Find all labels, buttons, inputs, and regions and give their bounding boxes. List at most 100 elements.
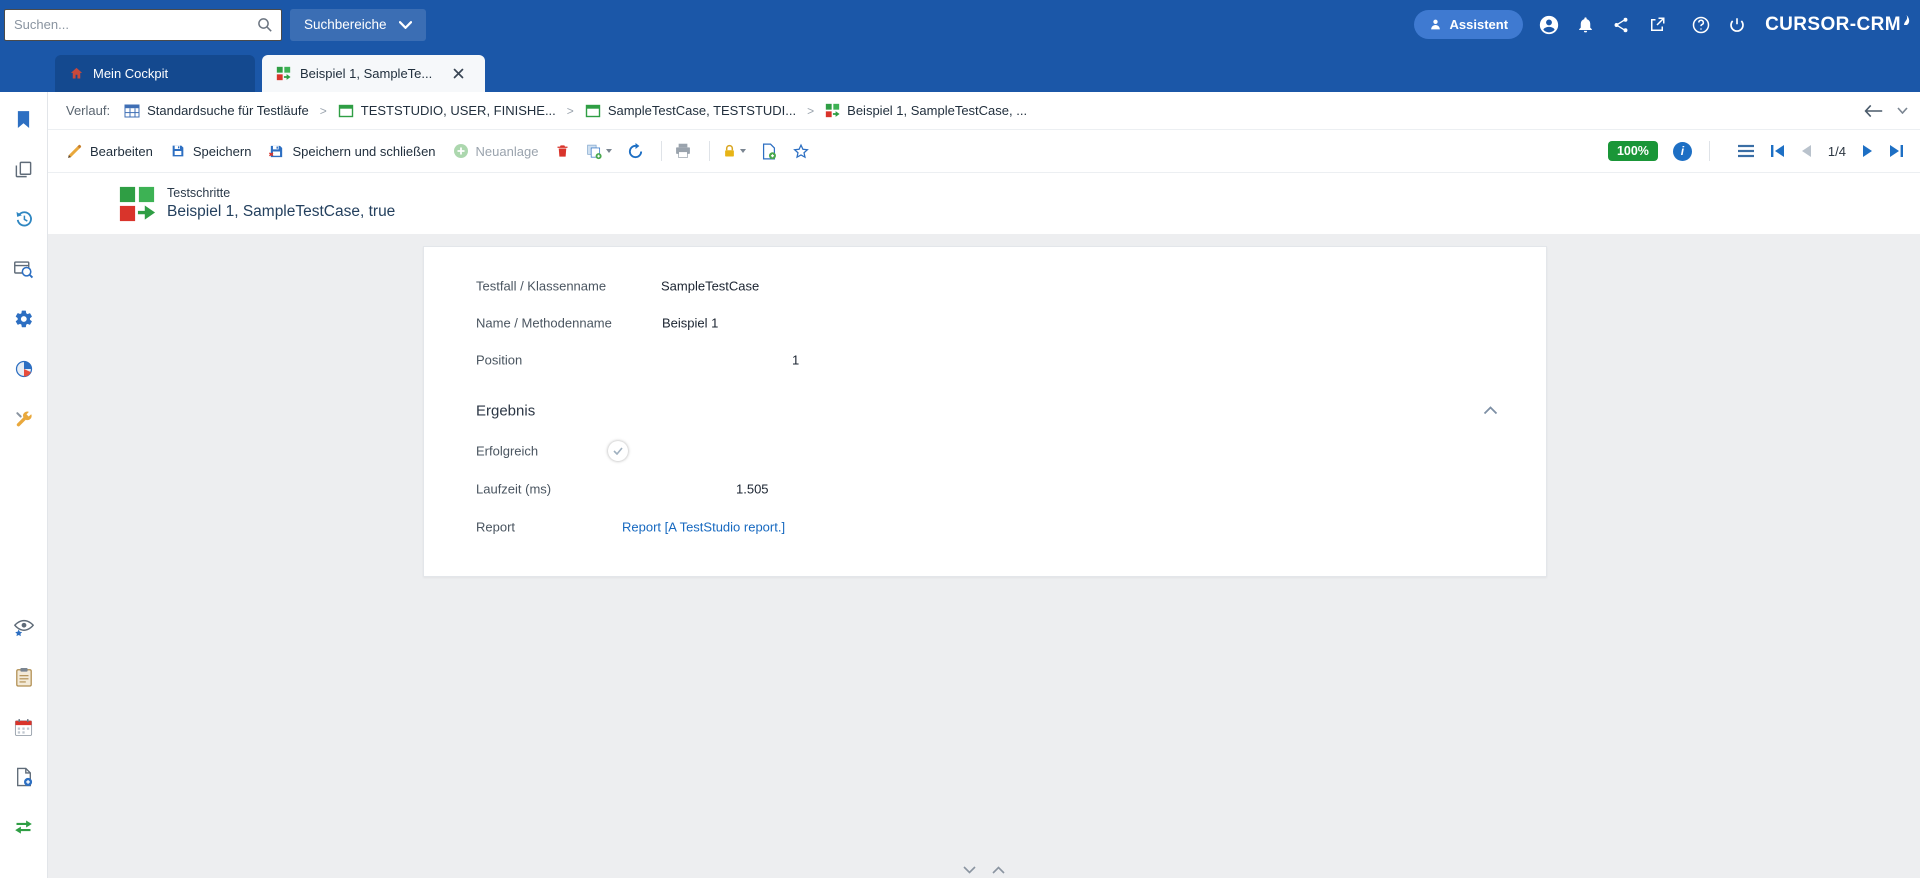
collapse-chevron-up-icon[interactable] <box>1483 402 1498 420</box>
field-label: Laufzeit (ms) <box>476 481 552 497</box>
brand-text: CURSOR-CRM <box>1765 13 1901 35</box>
open-external-icon[interactable] <box>1639 7 1675 43</box>
report-link[interactable]: Report [A TestStudio report.] <box>622 520 785 535</box>
breadcrumb-item-label: Beispiel 1, SampleTestCase, ... <box>847 103 1028 118</box>
search-icon[interactable] <box>257 17 281 33</box>
first-page-icon[interactable] <box>1770 144 1786 158</box>
check-icon <box>613 447 623 455</box>
refresh-button[interactable] <box>627 142 644 160</box>
last-page-icon[interactable] <box>1888 144 1904 158</box>
form-row-laufzeit: Laufzeit (ms) 1.505 <box>424 470 1546 508</box>
new-record-button: Neuanlage <box>453 143 539 159</box>
panel-collapse-controls <box>963 866 1005 874</box>
field-label: Name / Methodenname <box>476 315 612 330</box>
edit-label: Bearbeiten <box>90 143 153 159</box>
chevron-up-icon[interactable] <box>992 866 1005 874</box>
save-button[interactable]: Speichern <box>170 143 252 159</box>
sync-arrows-icon[interactable] <box>3 802 45 852</box>
save-and-close-button[interactable]: Speichern und schließen <box>268 143 436 160</box>
brand-mark-icon <box>1904 14 1910 25</box>
save-icon <box>172 145 184 157</box>
settings-gear-icon[interactable] <box>3 294 45 344</box>
refresh-icon <box>629 142 643 158</box>
tab-close-icon[interactable] <box>453 68 464 79</box>
green-window-icon <box>585 104 601 117</box>
field-label: Testfall / Klassenname <box>476 278 607 293</box>
breadcrumb-item-beispiel[interactable]: Beispiel 1, SampleTestCase, ... <box>825 103 1027 118</box>
section-ergebnis: Ergebnis <box>424 390 1546 432</box>
share-icon[interactable] <box>1603 7 1639 43</box>
field-label: Erfolgreich <box>476 443 539 459</box>
breadcrumb-separator: > <box>566 103 574 118</box>
tools-wrench-icon[interactable] <box>3 394 45 444</box>
edit-button[interactable]: Bearbeiten <box>66 143 153 160</box>
history-breadcrumb-row: Verlauf: Standardsuche für Testläufe > T… <box>48 92 1920 130</box>
document-new-icon[interactable] <box>3 752 45 802</box>
lock-icon <box>725 144 735 156</box>
teststep-icon <box>276 66 291 81</box>
eye-star-icon[interactable] <box>3 602 45 652</box>
save-label: Speichern <box>192 143 252 159</box>
account-icon[interactable] <box>1531 7 1567 43</box>
assistant-button[interactable]: Assistent <box>1413 10 1524 39</box>
copy-button[interactable] <box>585 143 613 160</box>
bookmark-icon[interactable] <box>3 94 45 144</box>
content-area: Testfall / Klassenname SampleTestCase Na… <box>48 234 1920 878</box>
link-record-button[interactable] <box>761 143 777 160</box>
topbar-actions: Assistent CURSOR-CRM <box>1413 7 1910 43</box>
lock-button[interactable] <box>722 143 747 160</box>
plus-circle-icon <box>453 144 468 158</box>
delete-button[interactable] <box>555 143 570 159</box>
chevron-down-icon[interactable] <box>606 149 613 153</box>
breadcrumb-item-standardsuche[interactable]: Standardsuche für Testläufe <box>124 103 309 119</box>
breadcrumb-separator: > <box>319 103 327 118</box>
new-record-label: Neuanlage <box>475 143 539 159</box>
info-icon[interactable]: i <box>1672 141 1692 161</box>
pencil-icon <box>68 144 82 158</box>
chevron-down-icon <box>398 20 412 29</box>
star-icon <box>793 143 810 158</box>
table-search-icon <box>124 104 140 117</box>
field-label: Report <box>476 519 516 535</box>
help-icon[interactable] <box>1683 7 1719 43</box>
field-value-laufzeit: 1.505 <box>736 481 769 497</box>
notifications-icon[interactable] <box>1567 7 1603 43</box>
next-page-icon[interactable] <box>1861 144 1873 158</box>
menu-icon[interactable] <box>1737 144 1755 158</box>
toolbar-divider <box>1708 141 1710 161</box>
form-row-testfall: Testfall / Klassenname SampleTestCase <box>424 267 1546 304</box>
tab-label: Mein Cockpit <box>93 66 169 81</box>
previous-page-icon[interactable] <box>1801 144 1813 158</box>
toolbar-divider <box>709 141 711 161</box>
breadcrumb-item-sampletestcase[interactable]: SampleTestCase, TESTSTUDI... <box>585 103 796 119</box>
copy-icon <box>587 144 603 159</box>
teststep-record-icon <box>119 186 156 221</box>
search-window-icon[interactable] <box>3 244 45 294</box>
field-value-position: 1 <box>792 352 800 367</box>
history-icon[interactable] <box>3 194 45 244</box>
search-input[interactable] <box>5 17 257 32</box>
history-chevron-down-icon[interactable] <box>1897 107 1908 114</box>
brand-logo: CURSOR-CRM <box>1765 14 1910 36</box>
pages-icon[interactable] <box>3 144 45 194</box>
global-search <box>4 8 282 41</box>
chevron-down-icon[interactable] <box>963 866 976 874</box>
tab-beispiel-active[interactable]: Beispiel 1, SampleTe... <box>262 55 485 92</box>
assistant-label: Assistent <box>1449 17 1509 32</box>
zoom-level-badge[interactable]: 100% <box>1607 141 1658 161</box>
document-add-icon <box>763 143 777 159</box>
section-title: Ergebnis <box>476 402 536 420</box>
field-label: Position <box>476 352 523 367</box>
tab-mein-cockpit[interactable]: Mein Cockpit <box>55 55 255 92</box>
clipboard-icon[interactable] <box>3 652 45 702</box>
search-areas-button[interactable]: Suchbereiche <box>290 8 426 41</box>
history-back-icon[interactable] <box>1864 104 1883 118</box>
pie-chart-icon[interactable] <box>3 344 45 394</box>
breadcrumb-item-teststudio[interactable]: TESTSTUDIO, USER, FINISHE... <box>338 103 556 119</box>
print-button[interactable] <box>674 143 692 159</box>
power-icon[interactable] <box>1719 7 1755 43</box>
favorite-button[interactable] <box>792 143 810 160</box>
chevron-down-icon[interactable] <box>740 149 747 153</box>
calendar-icon[interactable] <box>3 702 45 752</box>
form-row-position: Position 1 <box>424 341 1546 378</box>
